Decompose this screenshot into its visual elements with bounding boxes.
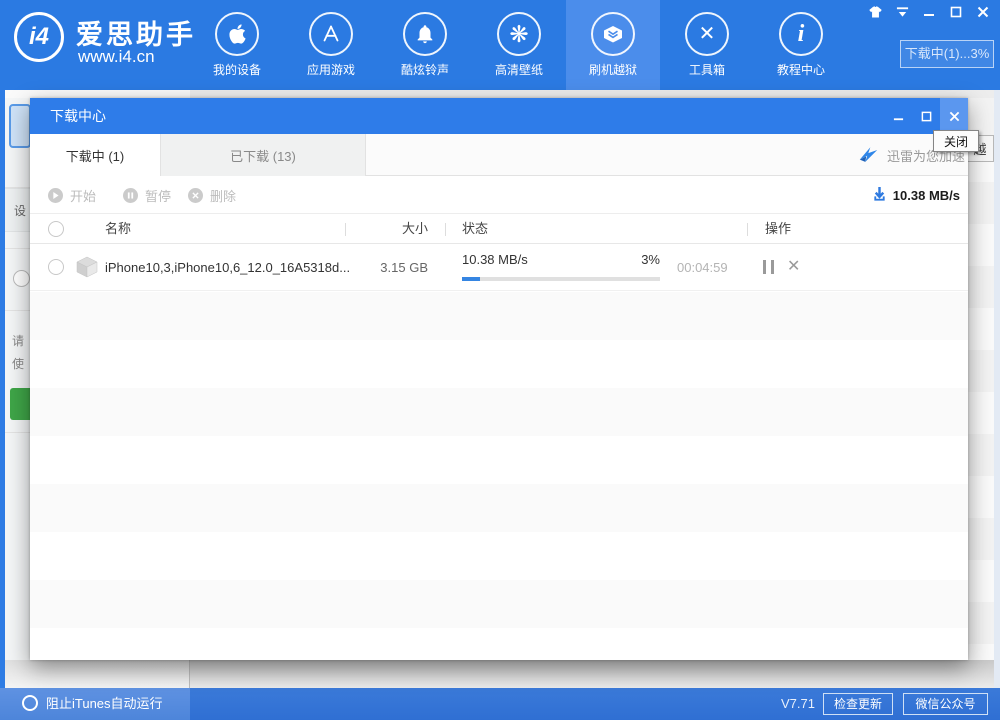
download-center-dialog: 下载中心 下载中 (1) 已下载 (13) 迅雷为您加速 xyxy=(30,98,968,660)
close-icon[interactable] xyxy=(974,4,992,20)
pause-button[interactable]: 暂停 xyxy=(123,176,171,214)
download-arrow-icon xyxy=(872,187,887,203)
flash-jailbreak-box-icon xyxy=(591,12,635,56)
dialog-titlebar: 下载中心 xyxy=(30,98,968,134)
pause-icon xyxy=(123,188,138,203)
ringtone-bell-icon xyxy=(403,12,447,56)
delete-icon xyxy=(188,188,203,203)
skin-theme-icon[interactable] xyxy=(866,4,884,20)
nav-item-apps-games[interactable]: 应用游戏 xyxy=(284,0,378,90)
wechat-account-button[interactable]: 微信公众号 xyxy=(903,693,988,715)
firmware-size: 3.15 GB xyxy=(360,244,428,291)
nav-label: 高清壁纸 xyxy=(495,61,543,78)
main-nav: 我的设备 应用游戏 酷炫铃声 ❋ 高清壁纸 刷机越狱 ✕ 工具箱 xyxy=(190,0,848,90)
apple-icon xyxy=(215,12,259,56)
sidebar-section-label: 设 xyxy=(14,202,26,219)
progress-bar-fill xyxy=(462,277,480,281)
version-label: V7.71 xyxy=(770,688,815,720)
main-menu-icon[interactable] xyxy=(893,4,911,20)
window-controls xyxy=(866,4,992,20)
nav-item-wallpapers[interactable]: ❋ 高清壁纸 xyxy=(472,0,566,90)
app-header: i4 爱思助手 www.i4.cn 我的设备 应用游戏 酷炫铃声 ❋ 高清壁纸 xyxy=(0,0,1000,90)
tutorial-info-icon: i xyxy=(779,12,823,56)
column-header-action: 操作 xyxy=(765,214,791,244)
row-speed: 10.38 MB/s xyxy=(462,252,528,267)
device-phone-icon xyxy=(9,104,31,148)
check-update-button[interactable]: 检查更新 xyxy=(823,693,893,715)
window-left-border xyxy=(0,90,5,688)
column-header-status: 状态 xyxy=(462,214,488,244)
logo-text: i4 xyxy=(29,23,49,51)
maximize-icon[interactable] xyxy=(947,4,965,20)
nav-label: 工具箱 xyxy=(689,61,725,78)
tab-downloaded[interactable]: 已下载 (13) xyxy=(160,134,366,176)
dialog-toolbar: 开始 暂停 删除 10.38 MB/s xyxy=(30,176,968,214)
firmware-name: iPhone10,3,iPhone10,6_12.0_16A5318d... xyxy=(105,244,350,291)
dialog-title: 下载中心 xyxy=(50,98,106,134)
nav-item-my-devices[interactable]: 我的设备 xyxy=(190,0,284,90)
nav-label: 我的设备 xyxy=(213,61,261,78)
column-header-name: 名称 xyxy=(105,214,131,244)
minimize-icon[interactable] xyxy=(920,4,938,20)
app-url: www.i4.cn xyxy=(78,47,155,67)
dialog-window-controls xyxy=(884,98,968,134)
nav-label: 酷炫铃声 xyxy=(401,61,449,78)
start-icon xyxy=(48,188,63,203)
status-bar: 阻止iTunes自动运行 V7.71 检查更新 微信公众号 xyxy=(0,688,1000,720)
background-hint-text: 使 xyxy=(12,355,24,372)
column-header-size: 大小 xyxy=(360,214,428,244)
delete-button[interactable]: 删除 xyxy=(188,176,236,214)
nav-item-flash-jailbreak[interactable]: 刷机越狱 xyxy=(566,0,660,90)
xunlei-bird-icon xyxy=(857,144,880,166)
window-right-border xyxy=(994,90,1000,688)
background-strip-top-left xyxy=(5,90,190,98)
firmware-package-icon xyxy=(75,255,99,279)
dialog-maximize-icon[interactable] xyxy=(912,98,940,134)
close-tooltip: 关闭 xyxy=(933,130,979,152)
download-table-row: iPhone10,3,iPhone10,6_12.0_16A5318d... 3… xyxy=(30,244,968,291)
appstore-icon xyxy=(309,12,353,56)
nav-label: 教程中心 xyxy=(777,61,825,78)
nav-item-tutorials[interactable]: i 教程中心 xyxy=(754,0,848,90)
background-strip-bottom-left xyxy=(0,660,190,688)
time-remaining: 00:04:59 xyxy=(677,252,728,283)
row-checkbox[interactable] xyxy=(48,259,64,275)
download-progress-button[interactable]: 下载中(1)...3% xyxy=(900,40,994,68)
background-right-area xyxy=(968,98,994,660)
background-left-sidebar: 设 请 使 xyxy=(5,98,30,660)
start-button[interactable]: 开始 xyxy=(48,176,96,214)
dialog-close-icon[interactable] xyxy=(940,98,968,134)
table-header: 名称 大小 状态 操作 xyxy=(30,214,968,244)
row-percent: 3% xyxy=(590,252,660,267)
nav-item-ringtones[interactable]: 酷炫铃声 xyxy=(378,0,472,90)
background-hint-text: 请 xyxy=(12,332,24,349)
nav-label: 刷机越狱 xyxy=(589,61,637,78)
background-green-button[interactable] xyxy=(10,388,30,420)
nav-label: 应用游戏 xyxy=(307,61,355,78)
background-radio[interactable] xyxy=(13,270,30,287)
tab-downloading[interactable]: 下载中 (1) xyxy=(30,134,160,176)
row-cancel-icon[interactable]: ✕ xyxy=(787,256,800,276)
block-itunes-checkbox[interactable] xyxy=(22,695,38,711)
nav-item-toolbox[interactable]: ✕ 工具箱 xyxy=(660,0,754,90)
row-pause-icon[interactable] xyxy=(763,260,774,274)
block-itunes-label: 阻止iTunes自动运行 xyxy=(46,688,163,720)
wallpaper-flower-icon: ❋ xyxy=(497,12,541,56)
dialog-tab-bar: 下载中 (1) 已下载 (13) 迅雷为您加速 xyxy=(30,134,968,176)
dialog-minimize-icon[interactable] xyxy=(884,98,912,134)
total-speed-value: 10.38 MB/s xyxy=(893,188,960,203)
select-all-checkbox[interactable] xyxy=(48,221,64,237)
progress-bar xyxy=(462,277,660,281)
empty-list-area xyxy=(30,292,968,660)
toolbox-icon: ✕ xyxy=(685,12,729,56)
total-speed-indicator: 10.38 MB/s xyxy=(872,176,960,214)
app-logo: i4 xyxy=(14,12,64,62)
